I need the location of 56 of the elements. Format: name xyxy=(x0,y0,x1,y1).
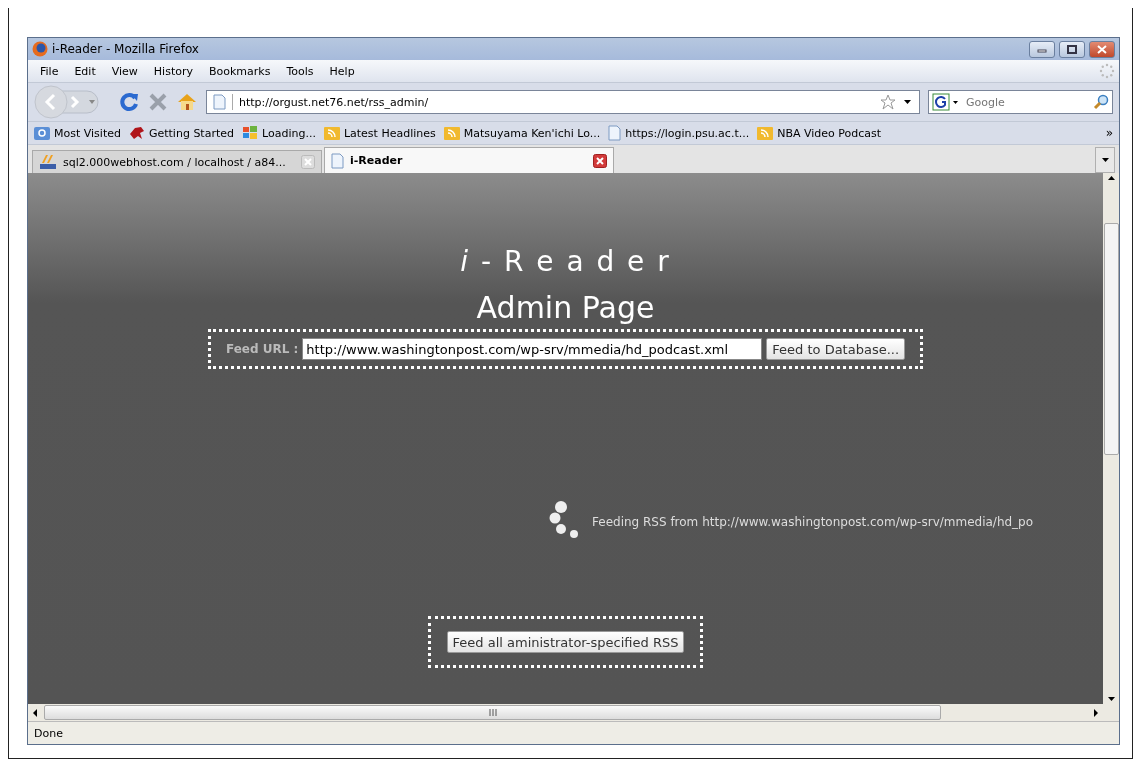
google-engine-icon[interactable] xyxy=(932,93,960,111)
bookmark-item[interactable]: Getting Started xyxy=(128,126,234,140)
tab-close-icon[interactable] xyxy=(593,153,607,168)
feed-url-label: Feed URL : xyxy=(225,342,299,356)
bookmarks-overflow[interactable]: » xyxy=(1105,126,1113,140)
bookmark-item[interactable]: Matsuyama Ken'ichi Lo... xyxy=(443,126,601,140)
address-bar[interactable]: http://orgust.net76.net/rss_admin/ xyxy=(206,90,920,114)
scroll-up-icon[interactable] xyxy=(1107,173,1115,183)
browser-tab[interactable]: sql2.000webhost.com / localhost / a84... xyxy=(32,150,322,173)
page-icon xyxy=(331,152,344,169)
close-button[interactable] xyxy=(1089,40,1115,58)
tab-list-button[interactable] xyxy=(1095,147,1115,173)
scroll-down-icon[interactable] xyxy=(1107,694,1115,704)
menu-item[interactable]: Help xyxy=(321,64,363,78)
vertical-scrollbar[interactable] xyxy=(1103,173,1119,704)
bookmark-item[interactable]: NBA Video Podcast xyxy=(757,126,882,140)
scroll-right-icon[interactable] xyxy=(1091,707,1101,718)
bookmark-item[interactable]: https://login.psu.ac.t... xyxy=(608,125,750,141)
close-icon xyxy=(1097,44,1107,54)
feeding-status-text: Feeding RSS from http://www.washingtonpost.com/wp-srv/mmedia/hd_po xyxy=(592,515,1034,529)
page-icon xyxy=(213,94,226,110)
home-icon[interactable] xyxy=(176,92,198,112)
search-folder-icon xyxy=(34,126,50,140)
caret-icon xyxy=(1101,158,1109,162)
reload-icon[interactable] xyxy=(118,91,140,113)
feed-all-button[interactable]: Feed all aministrator-specified RSS xyxy=(446,631,685,653)
status-text: Done xyxy=(34,726,63,740)
page-heading: Admin Page xyxy=(476,290,655,325)
browser-tab[interactable]: i-Reader xyxy=(324,147,614,173)
feed-url-field[interactable]: http://www.washingtonpost.com/wp-srv/mmedia/hd_podcast.xml xyxy=(302,338,763,360)
throbber-icon xyxy=(1099,63,1115,79)
bookmark-item[interactable]: Loading... xyxy=(242,126,316,140)
feed-folder-icon xyxy=(443,126,460,140)
maximize-icon xyxy=(1067,44,1077,54)
search-icon[interactable] xyxy=(1093,94,1109,110)
windows-flag-icon xyxy=(242,126,258,140)
menu-item[interactable]: Tools xyxy=(278,64,322,78)
search-bar[interactable]: Google xyxy=(928,90,1113,114)
site-logo: i - R e a d e r xyxy=(460,245,671,278)
menu-item[interactable]: Bookmarks xyxy=(201,64,279,78)
menu-item[interactable]: History xyxy=(145,64,201,78)
star-icon[interactable] xyxy=(880,94,896,110)
page-icon xyxy=(608,125,622,141)
menu-item[interactable]: View xyxy=(103,64,146,78)
grip-icon xyxy=(488,709,497,716)
dropdown-caret-icon[interactable] xyxy=(904,100,911,104)
maximize-button[interactable] xyxy=(1059,40,1085,58)
menu-item[interactable]: File xyxy=(32,64,67,78)
feed-folder-icon xyxy=(757,126,774,140)
bookmark-item[interactable]: Latest Headlines xyxy=(323,126,436,140)
feed-to-database-button[interactable]: Feed to Database... xyxy=(766,338,906,360)
bookmark-item[interactable]: Most Visited xyxy=(34,126,121,140)
window-title: i-Reader - Mozilla Firefox xyxy=(52,42,200,56)
feed-folder-icon xyxy=(323,126,340,140)
menu-item[interactable]: Edit xyxy=(66,64,104,78)
horizontal-scrollbar[interactable] xyxy=(28,704,1119,721)
